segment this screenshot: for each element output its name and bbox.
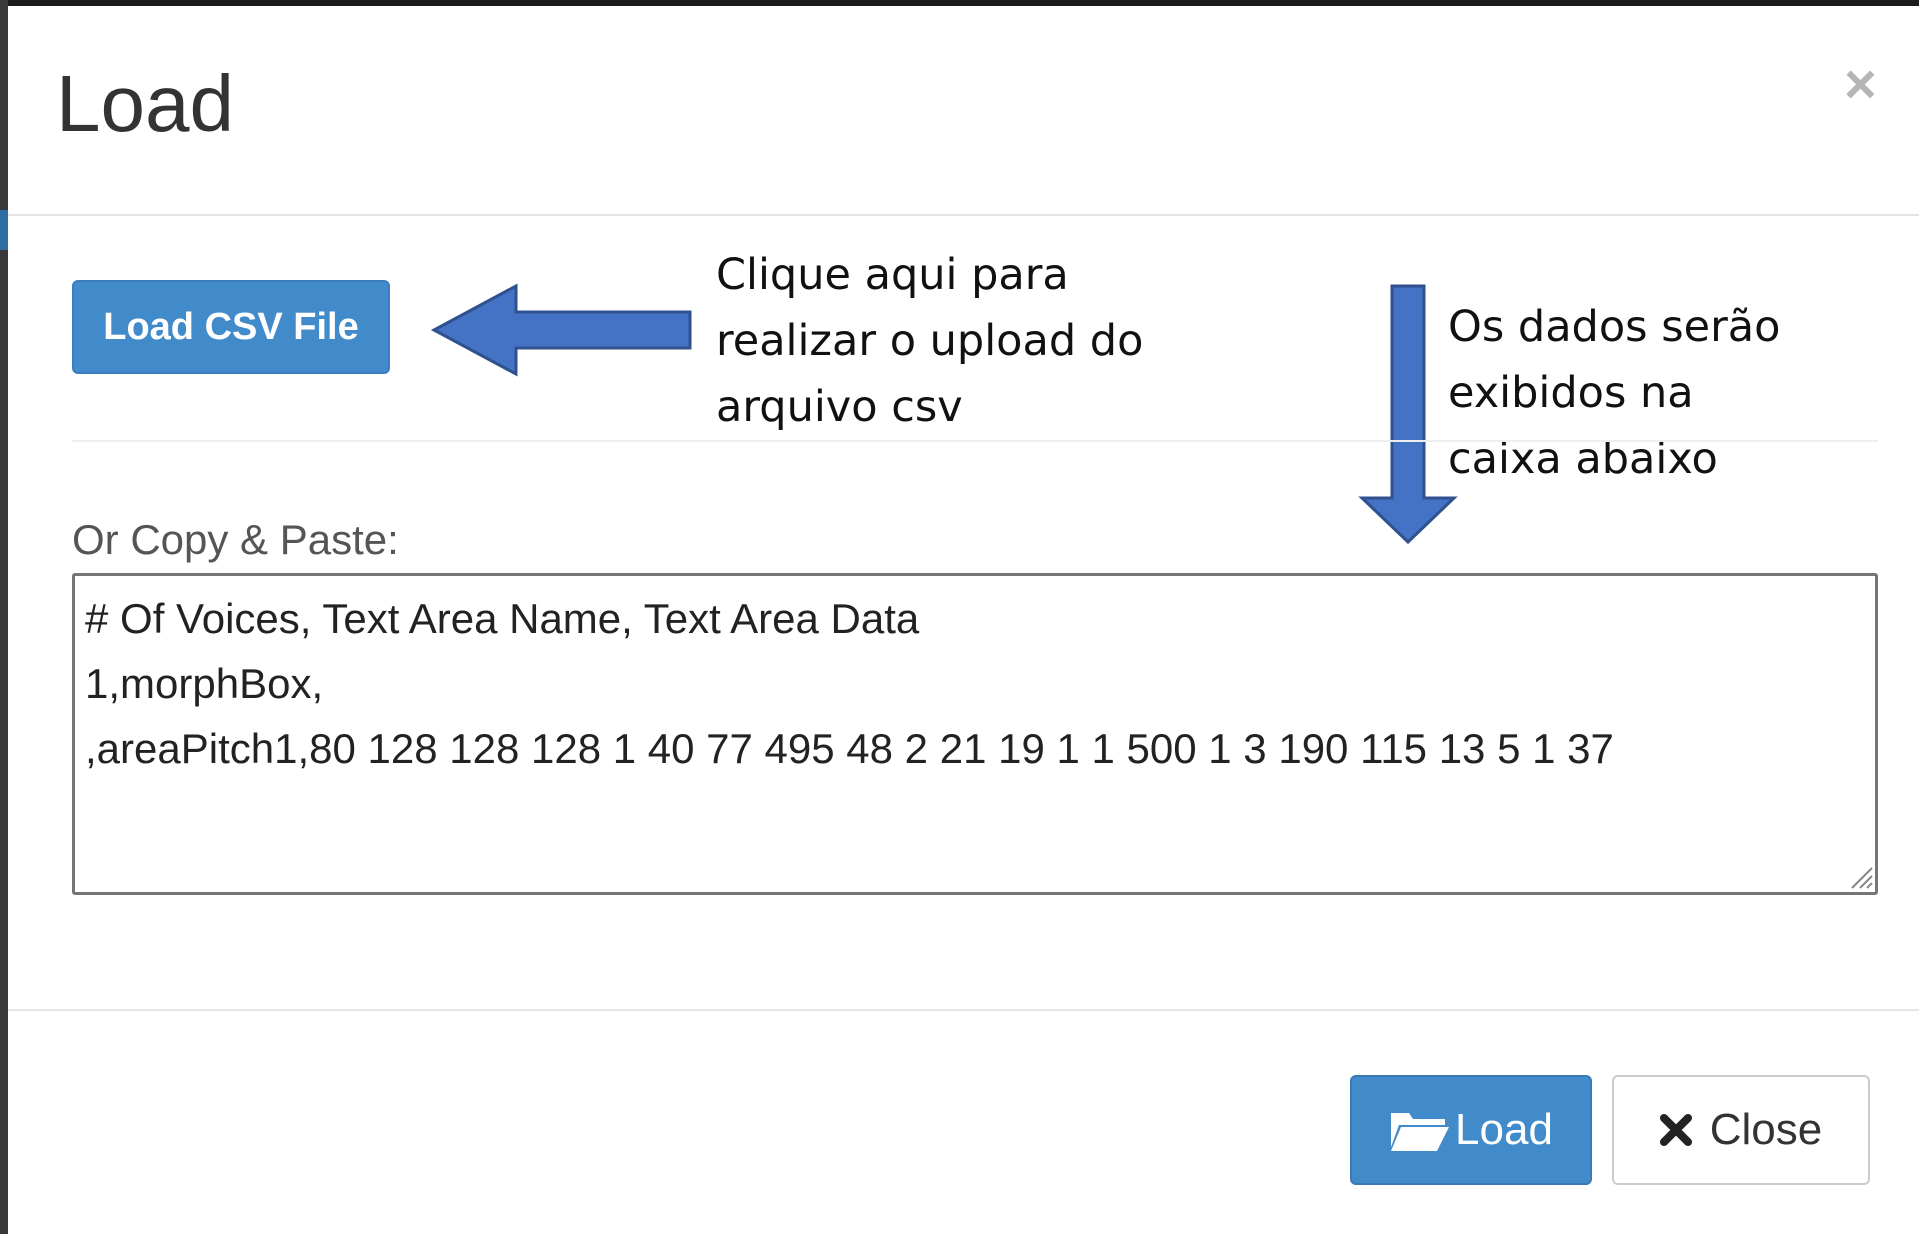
page-backdrop-left — [0, 0, 8, 1234]
load-button-label: Load — [1455, 1105, 1553, 1154]
copy-paste-label: Or Copy & Paste: — [72, 516, 399, 563]
folder-open-icon — [1389, 1107, 1450, 1153]
annotation-line: Os dados serão — [1448, 302, 1781, 352]
close-button-label: Close — [1709, 1105, 1823, 1154]
page-backdrop-accent — [0, 210, 8, 250]
annotation-line: arquivo csv — [716, 382, 963, 432]
upload-instruction-annotation: Clique aqui para realizar o upload do ar… — [716, 242, 1236, 440]
load-button[interactable]: Load — [1350, 1075, 1592, 1185]
resize-handle-icon[interactable] — [1848, 864, 1874, 890]
section-divider — [72, 440, 1878, 442]
left-arrow-annotation — [430, 283, 692, 377]
down-arrow-annotation — [1358, 284, 1458, 545]
annotation-line: caixa abaixo — [1448, 434, 1718, 484]
annotation-line: realizar o upload do — [716, 316, 1144, 366]
modal-title: Load — [56, 59, 234, 148]
data-display-annotation: Os dados serão exibidos na caixa abaixo — [1448, 294, 1888, 492]
annotation-line: exibidos na — [1448, 368, 1694, 418]
load-modal: Load × Load CSV File Clique aqui para re… — [8, 6, 1919, 1234]
annotation-line: Clique aqui para — [716, 250, 1069, 300]
close-button[interactable]: Close — [1612, 1075, 1870, 1185]
footer-divider — [8, 1009, 1919, 1011]
load-csv-file-button[interactable]: Load CSV File — [72, 280, 390, 374]
times-icon — [1659, 1114, 1692, 1146]
csv-paste-textarea[interactable]: # Of Voices, Text Area Name, Text Area D… — [72, 573, 1878, 895]
modal-header: Load × — [8, 6, 1919, 216]
close-icon[interactable]: × — [1844, 56, 1877, 112]
